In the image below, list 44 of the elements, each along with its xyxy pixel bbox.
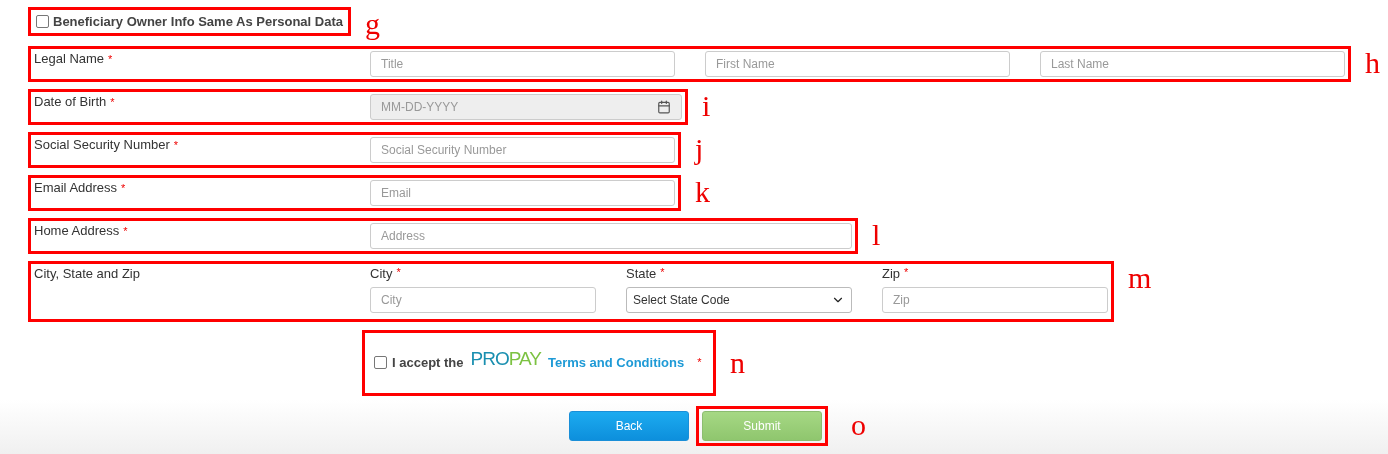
checkbox[interactable] (374, 355, 387, 369)
callout-letter: k (695, 177, 710, 207)
input-field[interactable]: Title (370, 51, 675, 77)
field-label: Zip (882, 266, 901, 281)
field-label: Date of Birth (34, 94, 107, 110)
field-label: Email Address (34, 180, 118, 196)
required-mark: * (173, 138, 179, 153)
required-mark: * (108, 52, 113, 67)
input-field[interactable]: First Name (705, 51, 1010, 77)
required-mark: * (660, 266, 665, 278)
callout-letter: h (1365, 48, 1380, 78)
checkbox-label: Beneficiary Owner Info Same As Personal Data (53, 14, 343, 29)
field-label: City, State and Zip (34, 266, 140, 282)
callout-letter: o (851, 410, 866, 440)
submit-button[interactable]: Submit (702, 411, 822, 441)
input-field[interactable]: Last Name (1040, 51, 1345, 77)
required-mark: * (396, 266, 401, 278)
logo: PROPAY (470, 348, 541, 370)
checkbox-label: I accept the (392, 354, 464, 370)
input-field[interactable]: Email (370, 180, 675, 206)
field-label: City (370, 266, 393, 281)
callout-letter: g (364, 9, 380, 39)
input-field[interactable]: Zip (882, 287, 1108, 313)
checkbox[interactable] (36, 15, 49, 28)
required-mark: * (123, 224, 128, 239)
input-field[interactable]: City (370, 287, 596, 313)
callout-letter: i (702, 91, 711, 121)
field-label: Social Security Number (34, 137, 170, 153)
terms-link[interactable]: Terms and Conditions (547, 354, 685, 370)
required-mark: * (904, 266, 909, 278)
required-mark: * (121, 181, 126, 196)
callout-letter: j (695, 134, 704, 164)
callout-letter: n (730, 348, 745, 378)
required-mark: * (110, 95, 115, 110)
field-label: Legal Name (34, 51, 105, 67)
input-field[interactable]: Address (370, 223, 852, 249)
input-field[interactable]: Social Security Number (370, 137, 675, 163)
callout-letter: l (872, 220, 881, 250)
field-label: Home Address (34, 223, 120, 239)
field-label: State (626, 266, 657, 281)
select-field[interactable]: Select State Code (626, 287, 852, 313)
required-mark: * (697, 356, 702, 368)
callout-letter: m (1128, 263, 1152, 293)
back-button[interactable]: Back (569, 411, 689, 441)
